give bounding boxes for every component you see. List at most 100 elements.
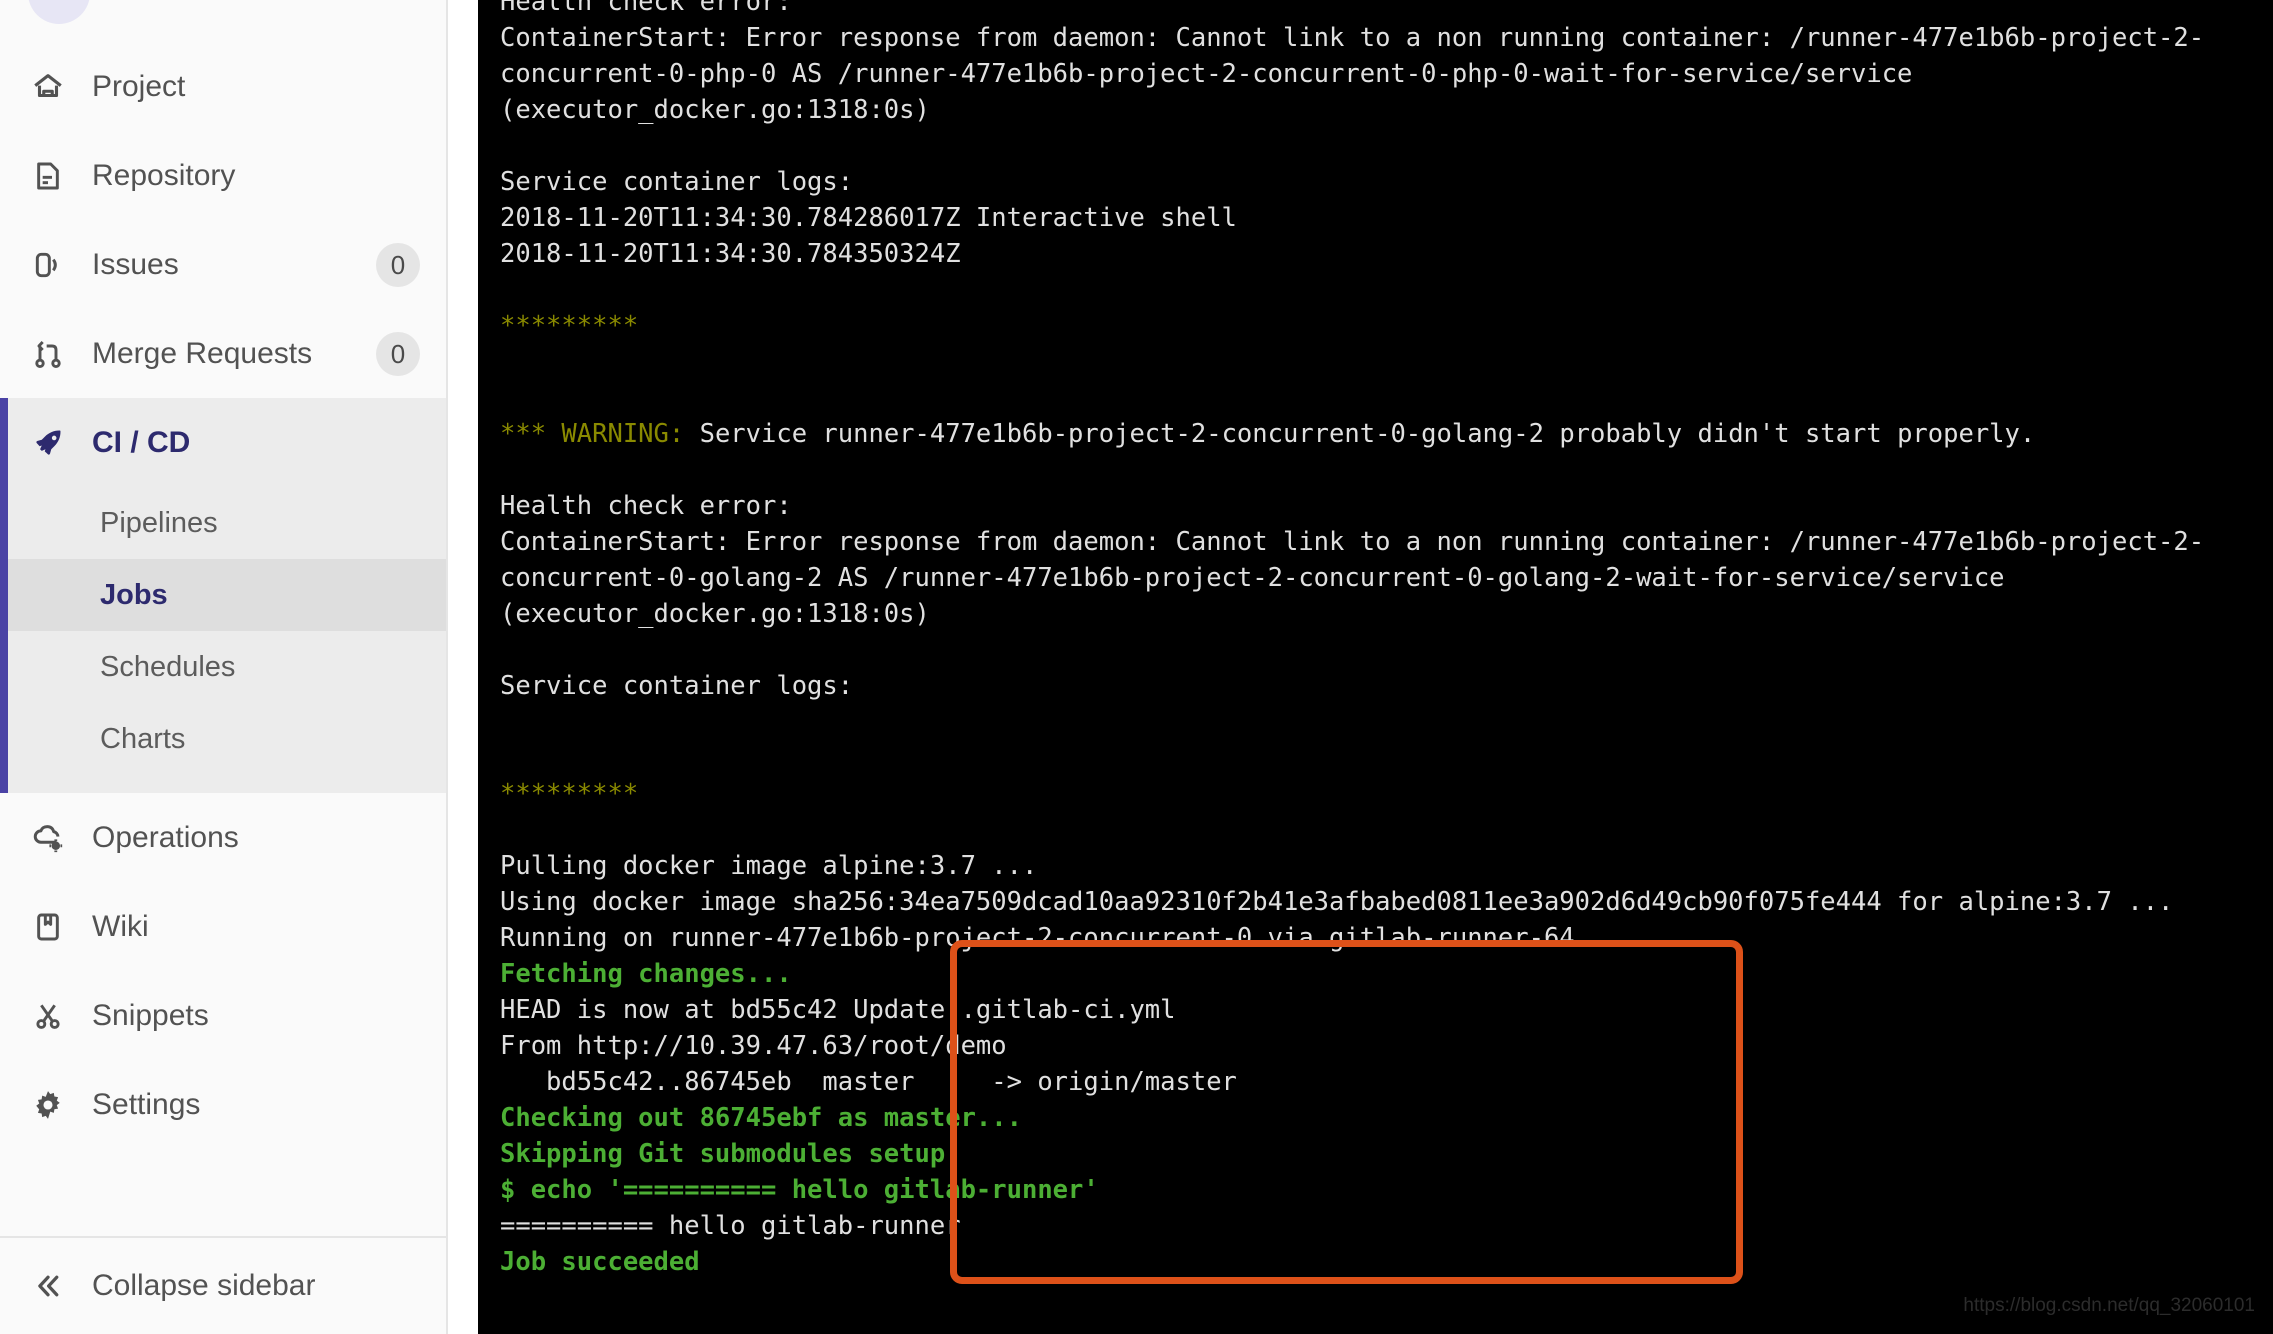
log-line: Pulling docker image alpine:3.7 ...: [500, 848, 2273, 884]
cloud-gear-icon: [30, 820, 66, 856]
log-segment: *** WARNING:: [500, 419, 685, 449]
sidebar-item-ci-cd[interactable]: CI / CD: [8, 398, 446, 487]
log-segment: Checking out 86745ebf as master...: [500, 1103, 1022, 1133]
log-segment: ContainerStart: Error response from daem…: [500, 23, 2205, 53]
sidebar-item-label: Issues: [92, 247, 179, 281]
sidebar-item-label: Project: [92, 69, 186, 103]
log-line: HEAD is now at bd55c42 Update .gitlab-ci…: [500, 992, 2273, 1028]
log-segment: Health check error:: [500, 0, 792, 17]
sidebar-item-operations[interactable]: Operations: [0, 793, 446, 882]
log-segment: ========== hello gitlab-runner: [500, 1211, 961, 1241]
log-line: bd55c42..86745eb master -> origin/master: [500, 1064, 2273, 1100]
log-line: Health check error:: [500, 488, 2273, 524]
sidebar-item-label: Merge Requests: [92, 336, 313, 370]
log-line: (executor_docker.go:1318:0s): [500, 92, 2273, 128]
log-segment: Service runner-477e1b6b-project-2-concur…: [684, 419, 2036, 449]
sidebar-item-project[interactable]: Project: [0, 42, 446, 131]
log-segment: Fetching changes...: [500, 959, 792, 989]
project-avatar[interactable]: [28, 0, 90, 24]
log-segment: Service container logs:: [500, 167, 854, 197]
watermark: https://blog.csdn.net/qq_32060101: [1963, 1295, 2255, 1316]
log-segment: Pulling docker image alpine:3.7 ...: [500, 851, 1038, 881]
log-line: concurrent-0-golang-2 AS /runner-477e1b6…: [500, 560, 2273, 596]
sidebar-subitem-jobs[interactable]: Jobs: [8, 559, 446, 631]
log-segment: From http://10.39.47.63/root/demo: [500, 1031, 1007, 1061]
double-chevron-left-icon: [30, 1271, 66, 1301]
log-line: ContainerStart: Error response from daem…: [500, 524, 2273, 560]
book-icon: [30, 909, 66, 945]
collapse-sidebar-button[interactable]: Collapse sidebar: [0, 1238, 446, 1334]
sidebar-subitem-schedules[interactable]: Schedules: [8, 631, 446, 703]
sidebar-item-snippets[interactable]: Snippets: [0, 971, 446, 1060]
sidebar-item-settings[interactable]: Settings: [0, 1060, 446, 1149]
sidebar-item-merge-requests[interactable]: Merge Requests 0: [0, 309, 446, 398]
merge-requests-count-badge: 0: [376, 331, 420, 376]
log-line: From http://10.39.47.63/root/demo: [500, 1028, 2273, 1064]
log-segment: Health check error:: [500, 491, 792, 521]
log-segment: Job succeeded: [500, 1247, 700, 1277]
sidebar-nav-list: Project Repository Issues 0 Merge Reques…: [0, 42, 446, 1149]
log-segment: *********: [500, 311, 639, 341]
sidebar-footer: Collapse sidebar: [0, 1236, 446, 1334]
sidebar-item-label: Operations: [92, 820, 239, 854]
sidebar-item-label: Settings: [92, 1087, 201, 1121]
log-line: Skipping Git submodules setup: [500, 1136, 2273, 1172]
log-line: (executor_docker.go:1318:0s): [500, 596, 2273, 632]
log-segment: concurrent-0-php-0 AS /runner-477e1b6b-p…: [500, 59, 1913, 89]
log-line: ContainerStart: Error response from daem…: [500, 20, 2273, 56]
log-line: 2018-11-20T11:34:30.784286017Z Interacti…: [500, 200, 2273, 236]
log-line: Checking out 86745ebf as master...: [500, 1100, 2273, 1136]
sidebar-item-label: Wiki: [92, 909, 149, 943]
gitlab-job-log-page: Project Repository Issues 0 Merge Reques…: [0, 0, 2273, 1334]
gear-icon: [30, 1087, 66, 1123]
sidebar-item-repository[interactable]: Repository: [0, 131, 446, 220]
project-sidebar: Project Repository Issues 0 Merge Reques…: [0, 0, 448, 1334]
sidebar-item-issues[interactable]: Issues 0: [0, 220, 446, 309]
cicd-subnav: Pipelines Jobs Schedules Charts: [8, 487, 446, 793]
document-icon: [30, 158, 66, 194]
home-icon: [30, 69, 66, 105]
log-segment: 2018-11-20T11:34:30.784286017Z Interacti…: [500, 203, 1237, 233]
sidebar-item-wiki[interactable]: Wiki: [0, 882, 446, 971]
log-segment: HEAD is now at bd55c42 Update .gitlab-ci…: [500, 995, 1176, 1025]
sidebar-subitem-pipelines[interactable]: Pipelines: [8, 487, 446, 559]
log-line: Running on runner-477e1b6b-project-2-con…: [500, 920, 2273, 956]
log-line: Job succeeded: [500, 1244, 2273, 1280]
merge-request-icon: [30, 336, 66, 372]
sidebar-item-label: Repository: [92, 158, 236, 192]
log-line: Service container logs:: [500, 668, 2273, 704]
log-line: Fetching changes...: [500, 956, 2273, 992]
snippet-icon: [30, 998, 66, 1034]
log-segment: Service container logs:: [500, 671, 854, 701]
job-log-terminal[interactable]: Health check error: ContainerStart: Error…: [478, 0, 2273, 1334]
log-line: Service container logs:: [500, 164, 2273, 200]
collapse-sidebar-label: Collapse sidebar: [92, 1269, 316, 1302]
log-line: Health check error:: [500, 0, 2273, 20]
log-line: Using docker image sha256:34ea7509dcad10…: [500, 884, 2273, 920]
log-segment: (executor_docker.go:1318:0s): [500, 95, 930, 125]
log-line: $ echo '========== hello gitlab-runner': [500, 1172, 2273, 1208]
issues-icon: [30, 247, 66, 283]
log-segment: concurrent-0-golang-2 AS /runner-477e1b6…: [500, 563, 2005, 593]
sidebar-subitem-label: Charts: [100, 722, 186, 755]
log-segment: Skipping Git submodules setup: [500, 1139, 946, 1169]
log-segment: Running on runner-477e1b6b-project-2-con…: [500, 923, 1621, 953]
log-segment: *********: [500, 779, 639, 809]
log-segment: bd55c42..86745eb master -> origin/master: [500, 1067, 1237, 1097]
rocket-icon: [30, 425, 66, 461]
sidebar-subitem-label: Pipelines: [100, 506, 218, 539]
log-line: 2018-11-20T11:34:30.784350324Z: [500, 236, 2273, 272]
sidebar-subitem-label: Jobs: [100, 578, 168, 611]
log-segment: $ echo '========== hello gitlab-runner': [500, 1175, 1099, 1205]
log-line: *** WARNING: Service runner-477e1b6b-pro…: [500, 416, 2273, 452]
log-segment: 2018-11-20T11:34:30.784350324Z: [500, 239, 961, 269]
sidebar-subitem-charts[interactable]: Charts: [8, 703, 446, 775]
log-line: *********: [500, 776, 2273, 812]
log-segment: ContainerStart: Error response from daem…: [500, 527, 2205, 557]
